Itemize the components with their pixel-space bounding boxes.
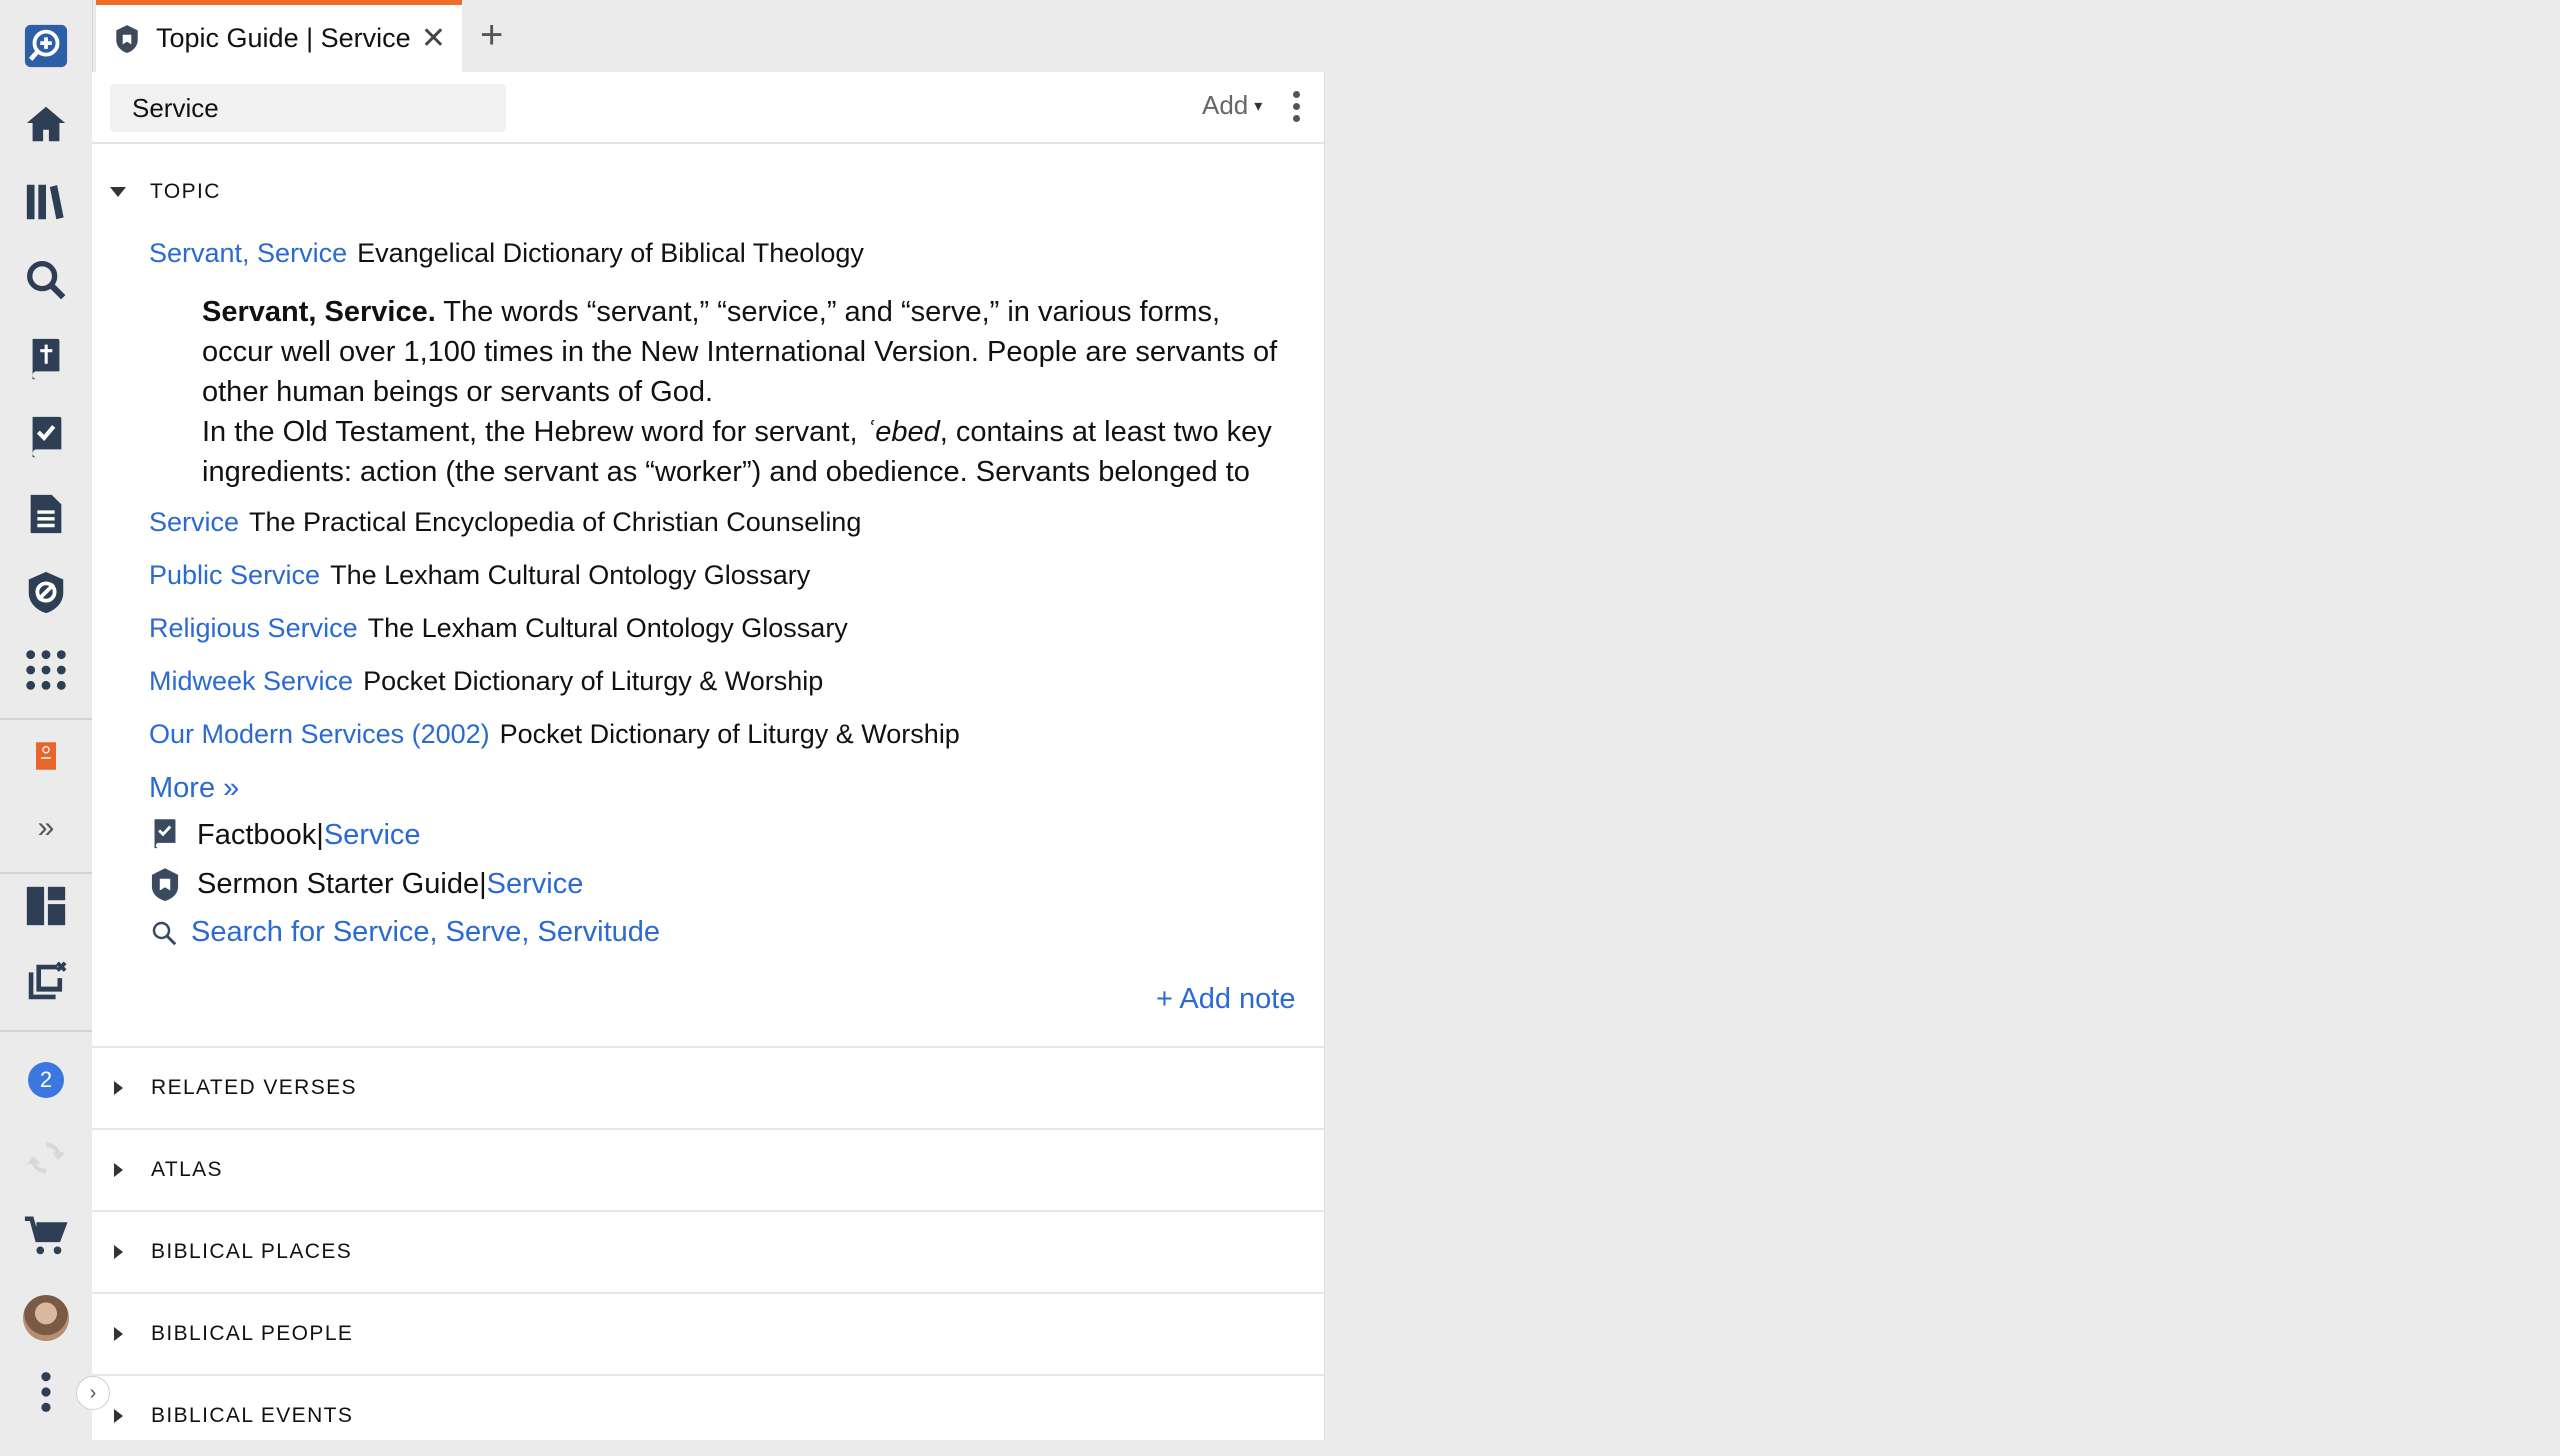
more-icon[interactable] <box>18 1364 74 1420</box>
library-icon[interactable] <box>18 174 74 230</box>
expand-icon[interactable]: » <box>18 800 74 856</box>
tab-title: Topic Guide | Service <box>156 23 411 53</box>
notifications-icon[interactable]: 2 <box>18 1052 74 1108</box>
search-icon <box>152 921 177 945</box>
section-biblical-people[interactable]: BIBLICAL PEOPLE <box>92 1294 1324 1374</box>
more-link[interactable]: More » <box>149 772 239 805</box>
search-add-icon[interactable] <box>18 18 74 74</box>
search-row: Search for Service, Serve, Servitude <box>149 916 660 949</box>
topic-entry-source: The Lexham Cultural Ontology Glossary <box>330 560 811 590</box>
sermon-guide-row: Sermon Starter Guide | Service <box>149 867 583 901</box>
avatar <box>23 1295 69 1341</box>
section-label: BIBLICAL PEOPLE <box>151 1322 354 1345</box>
sermon-guide-link[interactable]: Service <box>487 868 584 901</box>
bible-icon[interactable] <box>18 330 74 386</box>
apps-grid-icon[interactable] <box>18 642 74 698</box>
excerpt-headword: Servant, Service. <box>202 296 436 328</box>
book-cover-icon[interactable] <box>18 728 74 784</box>
topic-guide-icon <box>116 24 138 53</box>
topic-entry-source: Pocket Dictionary of Liturgy & Worship <box>363 666 824 696</box>
topic-entry: Midweek Service Pocket Dictionary of Litu… <box>149 666 823 697</box>
topic-entry: Servant, Service Evangelical Dictionary o… <box>149 238 864 269</box>
expand-icon <box>114 1327 123 1341</box>
topic-entry-link[interactable]: Religious Service <box>149 613 358 643</box>
chevron-down-icon: ▾ <box>1254 97 1263 115</box>
home-icon[interactable] <box>18 96 74 152</box>
add-button-label: Add <box>1202 90 1249 120</box>
expand-icon <box>114 1245 123 1259</box>
expand-icon <box>114 1163 123 1177</box>
excerpt-hebrew-word: ʿebed <box>865 416 940 448</box>
factbook-label: Factbook <box>197 818 317 851</box>
collapse-rail-toggle[interactable]: › <box>76 1376 110 1410</box>
avatar-button[interactable] <box>18 1290 74 1346</box>
document-icon[interactable] <box>18 486 74 542</box>
notification-badge: 2 <box>28 1062 64 1098</box>
cart-icon[interactable] <box>18 1208 74 1264</box>
article-excerpt: Servant, Service. The words “servant,” “… <box>202 292 1292 492</box>
section-biblical-places[interactable]: BIBLICAL PLACES <box>92 1212 1324 1292</box>
factbook-icon[interactable] <box>18 408 74 464</box>
sermon-guide-icon[interactable] <box>18 564 74 620</box>
search-icon[interactable] <box>18 252 74 308</box>
sermon-guide-label: Sermon Starter Guide <box>197 867 480 900</box>
topic-entry-source: Evangelical Dictionary of Biblical Theol… <box>357 238 864 268</box>
topic-entry-link[interactable]: Service <box>149 507 239 537</box>
expand-icon <box>114 1409 123 1423</box>
new-tab-button[interactable]: + <box>480 12 503 58</box>
topic-entry: Public Service The Lexham Cultural Ontolo… <box>149 560 810 591</box>
topic-entry-link[interactable]: Public Service <box>149 560 320 590</box>
sermon-guide-icon <box>151 868 179 901</box>
section-topic-label: TOPIC <box>150 180 221 203</box>
close-windows-icon[interactable] <box>18 954 74 1010</box>
topic-entry-link[interactable]: Servant, Service <box>149 238 347 268</box>
topic-guide-panel: Add ▾ TOPIC Servant, Service Evangelical … <box>92 72 1325 1440</box>
left-rail: » 2 <box>0 0 93 1440</box>
tab-topic-guide[interactable]: Topic Guide | Service ✕ <box>96 0 462 72</box>
factbook-link[interactable]: Service <box>324 819 421 852</box>
search-for-link[interactable]: Search for Service, Serve, Servitude <box>191 916 660 949</box>
collapse-icon <box>110 187 126 197</box>
topic-entry: Religious Service The Lexham Cultural Ont… <box>149 613 848 644</box>
panel-menu-icon[interactable] <box>1288 88 1304 128</box>
sermon-guide-separator: | <box>479 867 487 900</box>
topic-entry-source: The Practical Encyclopedia of Christian … <box>249 507 862 537</box>
close-icon[interactable]: ✕ <box>421 21 446 56</box>
excerpt-paragraph-2a: In the Old Testament, the Hebrew word fo… <box>202 416 866 448</box>
add-note-button[interactable]: + Add note <box>1156 983 1296 1016</box>
topic-entry-source: Pocket Dictionary of Liturgy & Worship <box>499 719 960 749</box>
section-atlas[interactable]: ATLAS <box>92 1130 1324 1210</box>
topic-search-input[interactable] <box>110 84 506 132</box>
section-label: RELATED VERSES <box>151 1076 357 1099</box>
topic-entry-link[interactable]: Our Modern Services (2002) <box>149 719 490 749</box>
factbook-icon <box>154 819 176 849</box>
section-topic-header[interactable]: TOPIC <box>92 176 1324 208</box>
section-biblical-events[interactable]: BIBLICAL EVENTS <box>92 1376 1324 1456</box>
topic-entry-link[interactable]: Midweek Service <box>149 666 353 696</box>
section-label: ATLAS <box>151 1158 223 1181</box>
factbook-separator: | <box>316 818 324 851</box>
panel-toolbar: Add ▾ <box>92 72 1324 144</box>
layouts-icon[interactable] <box>18 878 74 934</box>
section-label: BIBLICAL EVENTS <box>151 1404 354 1427</box>
sync-icon[interactable] <box>18 1130 74 1186</box>
topic-entry: Service The Practical Encyclopedia of Chr… <box>149 507 861 538</box>
factbook-row: Factbook | Service <box>149 818 421 852</box>
section-related-verses[interactable]: RELATED VERSES <box>92 1048 1324 1128</box>
topic-entry: Our Modern Services (2002) Pocket Diction… <box>149 719 960 750</box>
topic-entry-source: The Lexham Cultural Ontology Glossary <box>367 613 848 643</box>
add-button[interactable]: Add ▾ <box>1202 90 1262 121</box>
expand-icon <box>114 1081 123 1095</box>
section-label: BIBLICAL PLACES <box>151 1240 353 1263</box>
